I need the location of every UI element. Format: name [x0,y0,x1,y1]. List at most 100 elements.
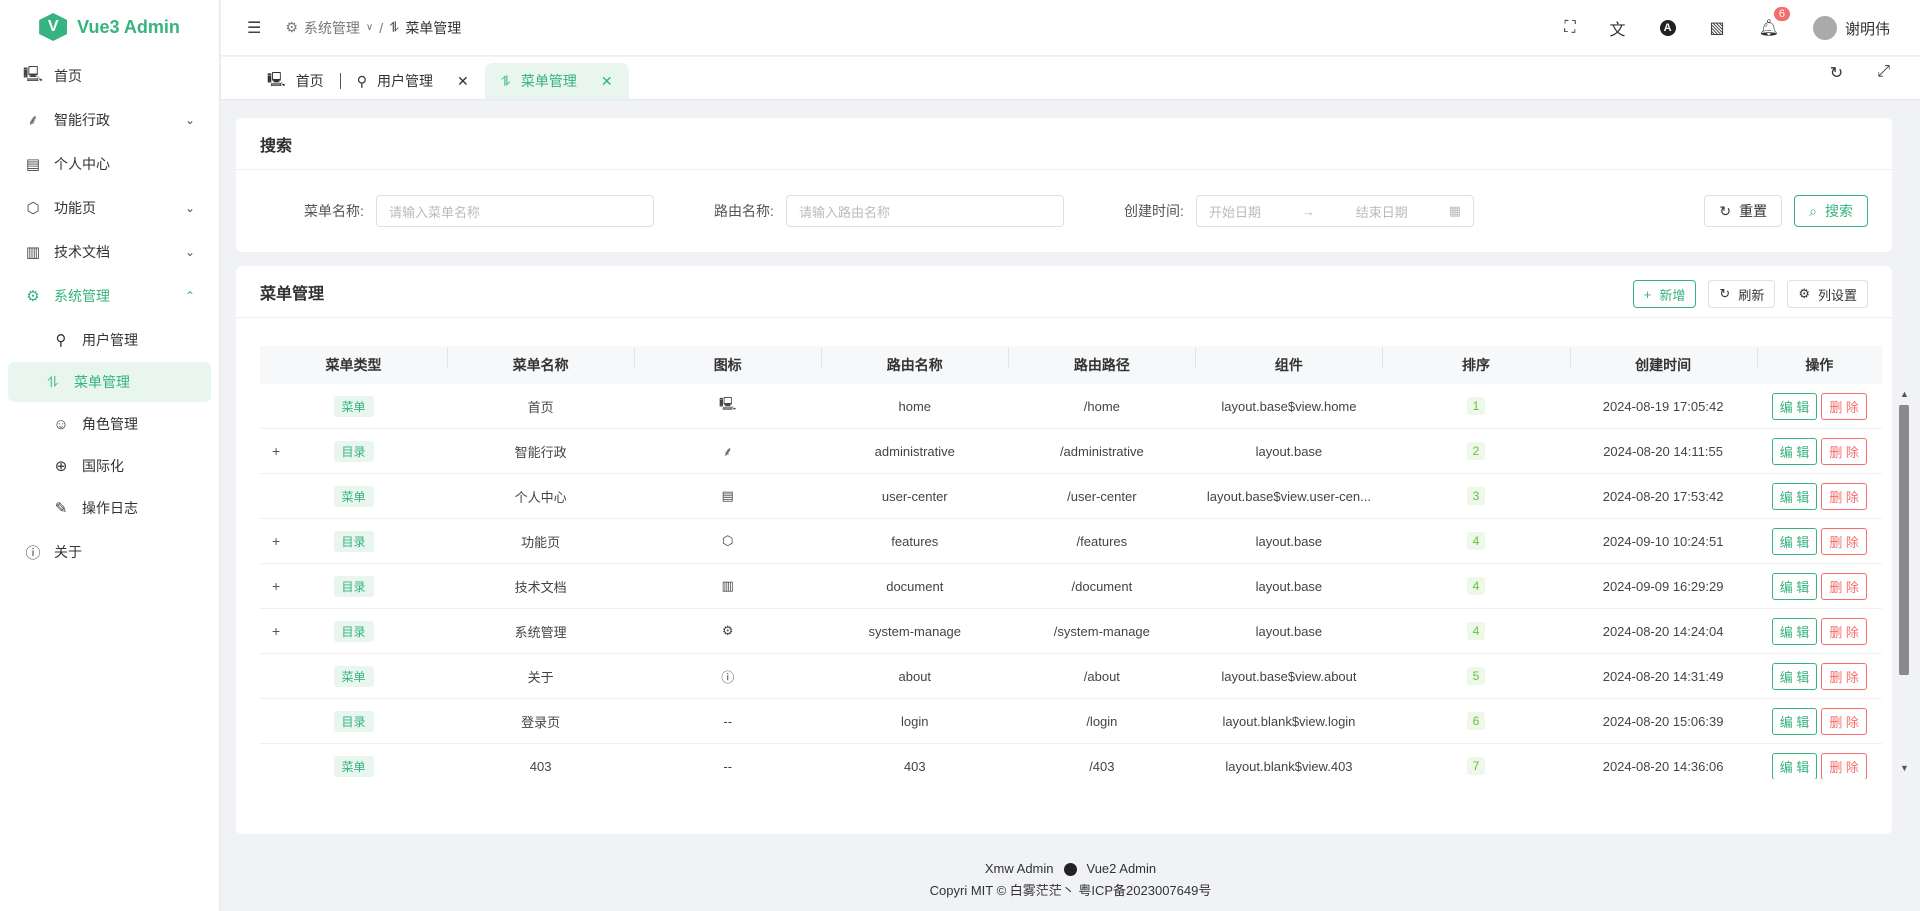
table-cell: layout.base [1195,624,1382,639]
tab-0[interactable]: 🖳 首页 [251,63,340,99]
fullscreen-icon[interactable]: ⛶ [1564,19,1575,37]
add-button[interactable]: + 新增 [1632,280,1697,308]
created-time-cell: 2024-09-09 16:29:29 [1602,578,1724,594]
sidebar-item-2[interactable]: ▤ 个人中心 [0,142,219,186]
footer-xmw-link[interactable]: Xmw Admin [985,858,1054,880]
sidebar-subitem-3[interactable]: ⊕ 国际化 [8,446,211,486]
refresh-button[interactable]: ↻ 刷新 [1708,280,1776,308]
menu-table: 菜单类型 菜单名称 图标 路由名称 路由路径 组件 排序 创建时间 操作 菜单 首页 🖳 home/h… [260,346,1882,779]
edit-button[interactable]: 编 辑 [1771,662,1818,690]
menu-type-tag: 菜单 [333,485,374,507]
edit-button[interactable]: 编 辑 [1771,752,1818,779]
footer-vue2-link[interactable]: Vue2 Admin [1087,858,1157,880]
scroll-up-icon[interactable]: ▲ [1900,389,1909,399]
delete-button[interactable]: 删 除 [1821,662,1867,690]
reload-icon[interactable]: ↻ [1830,63,1843,83]
edit-button[interactable]: 编 辑 [1771,482,1818,510]
cube-icon: ⬡ [722,533,734,548]
delete-button[interactable]: 删 除 [1821,752,1867,779]
tab-2[interactable]: ⥮ 菜单管理 ✕ [484,63,629,99]
sidebar-subitem-2[interactable]: ☺ 角色管理 [8,404,211,444]
refresh-icon: ↻ [1719,286,1731,301]
sidebar-subitem-1[interactable]: ⥮ 菜单管理 [8,362,211,402]
table-cell: 菜单 [260,755,447,777]
table-cell: /system-manage [1008,624,1195,639]
sidebar-item-3[interactable]: ⬡ 功能页 ⌄ [0,186,219,230]
sidebar-item-label: 技术文档 [54,244,110,260]
github-icon[interactable] [1063,862,1077,876]
menu-type-tag: 目录 [333,530,374,552]
sidebar-item-1[interactable]: ⸙ 智能行政 ⌄ [0,98,219,142]
delete-button[interactable]: 删 除 [1821,437,1867,465]
table-header: 菜单类型 菜单名称 图标 路由名称 路由路径 组件 排序 创建时间 操作 [260,346,1882,384]
table-cell: 目录 [260,530,447,552]
row-actions: 编 辑删 除 [1770,617,1869,645]
range-separator: → [1301,203,1315,219]
notification-bell-icon[interactable]: 🔔︎ 6 [1759,6,1791,38]
row-actions: 编 辑删 除 [1770,752,1869,779]
delete-button[interactable]: 删 除 [1821,482,1867,510]
date-range-picker[interactable]: 开始日期 → 结束日期 ▦ [1196,195,1474,227]
table-cell: 2024-08-20 14:24:04 [1570,624,1757,639]
sidebar-menu: 🖳 首页 ⸙ 智能行政 ⌄ ▤ 个人中心 ⬡ 功能页 ⌄ ▥ 技术文档 ⌄ ⚙ 系统管理 ⌃ ⚲ 用户管理 ⥮ 菜单管… [0,54,219,574]
row-actions: 编 辑删 除 [1770,527,1869,555]
collapse-sidebar-icon[interactable]: ☰ [247,18,261,38]
sidebar-item-about[interactable]: ⓘ 关于 [0,530,219,574]
tab-1[interactable]: ⚲ 用户管理 ✕ [341,63,485,99]
close-icon[interactable]: ✕ [457,73,469,90]
breadcrumb-chevron-icon[interactable]: ∨ [366,22,373,33]
chevron-down-icon: ⌄ [184,201,195,215]
sidebar-item-0[interactable]: 🖳 首页 [0,54,219,98]
sidebar-subitem-0[interactable]: ⚲ 用户管理 [8,320,211,360]
delete-button[interactable]: 删 除 [1821,572,1867,600]
row-actions: 编 辑删 除 [1770,437,1869,465]
user-menu[interactable]: 谢明伟 [1812,16,1890,40]
end-date-input[interactable]: 结束日期 [1356,202,1408,221]
app-logo[interactable]: V Vue3 Admin [0,0,219,54]
table-cell: ⚙ [634,623,821,639]
route-name-input[interactable]: 请输入路由名称 [786,195,1064,227]
delete-button[interactable]: 删 除 [1821,617,1867,645]
sidebar-subitem-label: 菜单管理 [74,374,130,390]
reset-button[interactable]: ↻ 重置 [1704,195,1783,227]
scroll-down-icon[interactable]: ▼ [1900,763,1909,773]
layout-settings-icon[interactable]: ▧ [1710,18,1725,38]
edit-button[interactable]: 编 辑 [1771,527,1818,555]
scrollbar-thumb[interactable] [1899,405,1909,675]
footer: Xmw Admin Vue2 Admin Copyri MIT © 白雾茫茫丶 … [221,858,1920,902]
table-cell: 关于 [447,667,634,686]
column-settings-button[interactable]: ⚙ 列设置 [1787,280,1868,308]
edit-button[interactable]: 编 辑 [1771,437,1818,465]
maximize-icon[interactable]: ⤢ [1877,63,1890,83]
delete-button[interactable]: 删 除 [1821,707,1867,735]
theme-a-icon[interactable]: A [1659,20,1676,36]
sidebar-item-4[interactable]: ▥ 技术文档 ⌄ [0,230,219,274]
search-button[interactable]: ⌕ 搜索 [1794,195,1868,227]
menu-name-cell: 智能行政 [514,444,567,460]
edit-button[interactable]: 编 辑 [1771,572,1818,600]
table-row: 菜单 个人中心 ▤ user-center/user-center layout.bas… [260,474,1882,519]
delete-button[interactable]: 删 除 [1821,527,1867,555]
menu-name-cell: 登录页 [521,714,561,730]
breadcrumb-parent[interactable]: 系统管理 [304,18,360,38]
created-time-label: 创建时间: [1124,203,1184,219]
sort-badge: 1 [1466,397,1486,415]
sidebar-item-5[interactable]: ⚙ 系统管理 ⌃ [0,274,219,318]
sidebar-subitem-4[interactable]: ✎ 操作日志 [8,488,211,528]
translate-icon[interactable]: 文 [1610,16,1626,40]
edit-button[interactable]: 编 辑 [1771,617,1818,645]
table-scrollbar[interactable]: ▲ ▼ [1898,389,1910,773]
delete-button[interactable]: 删 除 [1821,392,1867,420]
close-icon[interactable]: ✕ [601,73,613,90]
start-date-input[interactable]: 开始日期 [1209,202,1261,221]
table-cell: 编 辑删 除 [1757,662,1882,690]
search-title: 搜索 [236,118,1892,170]
leaf-icon: ⸙ [722,444,733,459]
edit-button[interactable]: 编 辑 [1771,392,1818,420]
route-name-cell: login [901,713,929,729]
menu-name-input[interactable]: 请输入菜单名称 [376,195,654,227]
edit-button[interactable]: 编 辑 [1771,707,1818,735]
table-cell: layout.base [1195,534,1382,549]
id-card-icon: ▤ [721,488,734,503]
table-row: + 目录 技术文档 ▥ document/document layout.base 4 202… [260,564,1882,609]
